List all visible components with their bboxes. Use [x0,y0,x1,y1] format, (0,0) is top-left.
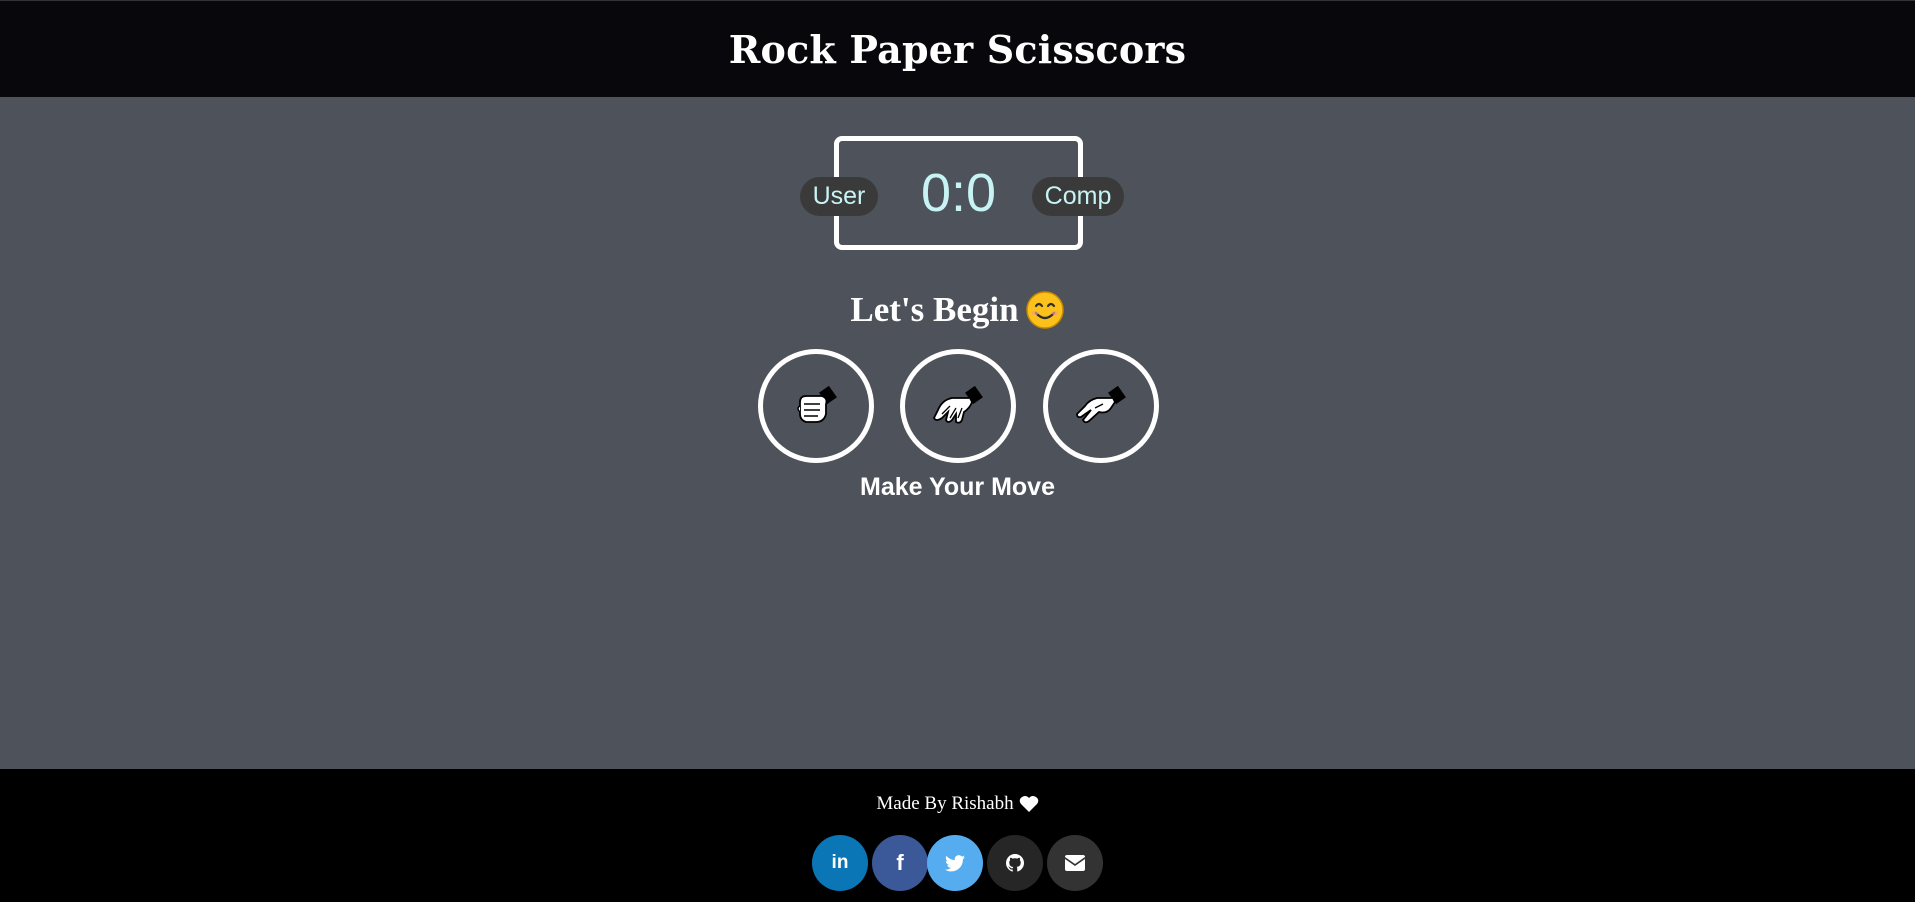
envelope-icon [1065,855,1085,871]
status-text: Let's Begin [850,290,1019,329]
status-message: Let's Begin [0,290,1915,330]
user-badge: User [800,177,878,216]
smiling-face-icon [1025,290,1065,330]
linkedin-button[interactable]: in [812,835,868,891]
fist-icon [797,385,837,423]
footer: Made By Rishabh in f [0,769,1915,902]
facebook-button[interactable]: f [872,835,928,891]
credit-text: Made By Rishabh [876,793,1014,814]
two-fingers-icon [1076,385,1126,424]
rock-choice-button[interactable] [758,349,874,463]
comp-badge: Comp [1032,177,1124,216]
prompt-text: Make Your Move [860,473,1055,501]
twitter-button[interactable] [927,835,983,891]
heart-icon [1019,795,1038,812]
open-hand-icon [932,385,983,424]
facebook-icon: f [896,850,904,875]
scissors-choice-button[interactable] [1043,349,1159,463]
header-bar: Rock Paper Scisscors [0,0,1915,97]
twitter-icon [945,854,965,871]
linkedin-icon: in [831,852,849,873]
page-title: Rock Paper Scisscors [728,26,1187,72]
github-button[interactable] [987,835,1043,891]
paper-choice-button[interactable] [900,349,1016,463]
credit-line: Made By Rishabh [0,793,1915,815]
email-button[interactable] [1047,835,1103,891]
score-display: 0:0 [920,163,997,223]
github-icon [1006,854,1024,872]
